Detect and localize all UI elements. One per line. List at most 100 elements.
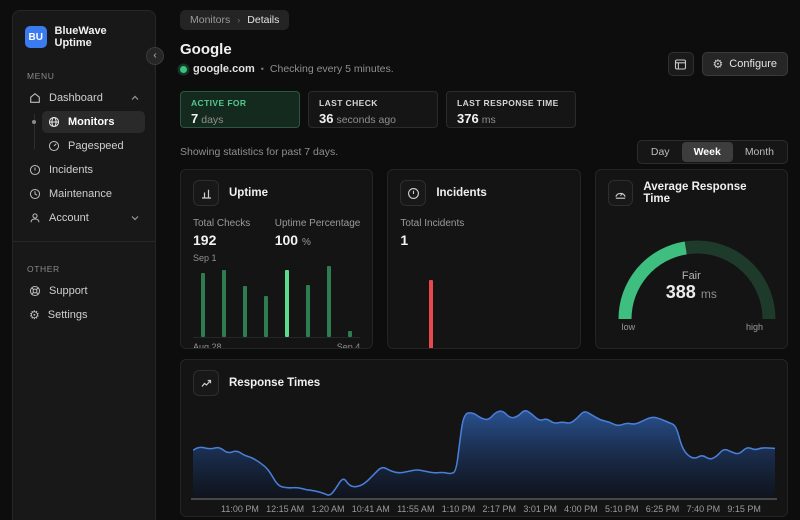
- x-axis-label: 3:01 PM: [523, 504, 557, 514]
- stat-value: 36: [319, 111, 333, 126]
- breadcrumb-separator-icon: ›: [237, 15, 240, 25]
- total-incidents-label: Total Incidents: [400, 218, 567, 229]
- home-icon: [29, 92, 41, 104]
- uptime-percentage-value: 100 %: [275, 232, 361, 248]
- range-toggle: Day Week Month: [637, 140, 788, 164]
- stat-value: 7: [191, 111, 198, 126]
- x-axis-label: 12:15 AM: [266, 504, 304, 514]
- uptime-axis-labels: Aug 28 Sep 4: [193, 342, 360, 349]
- sidebar-item-label: Pagespeed: [68, 140, 124, 152]
- statistics-note: Showing statistics for past 7 days.: [180, 146, 338, 158]
- gear-icon: ⚙: [29, 309, 40, 321]
- user-icon: [29, 212, 41, 224]
- incidents-card-header: Incidents: [400, 180, 567, 206]
- sidebar-item-account[interactable]: Account: [23, 207, 145, 229]
- response-area-chart: [193, 402, 775, 498]
- incidents-card-title: Incidents: [436, 187, 486, 199]
- stats-row: ACTIVE FOR 7days LAST CHECK 36seconds ag…: [180, 91, 788, 128]
- status-up-dot: [180, 66, 187, 73]
- breadcrumb-monitors[interactable]: Monitors: [190, 14, 230, 26]
- other-section-label: OTHER: [27, 264, 145, 274]
- x-axis-start-label: Aug 28: [193, 342, 222, 349]
- gauge-low-label: low: [622, 322, 636, 332]
- response-times-chart: 11:00 PM12:15 AM1:20 AM10:41 AM11:55 AM1…: [193, 402, 775, 514]
- uptime-card-title: Uptime: [229, 187, 268, 199]
- incidents-card: Incidents Total Incidents 1 Aug 28 Sep 4: [387, 169, 580, 349]
- brand-name: BlueWave Uptime: [55, 25, 145, 49]
- sidebar-item-maintenance[interactable]: Maintenance: [23, 183, 145, 205]
- life-ring-icon: [29, 285, 41, 297]
- uptime-percentage-label: Uptime Percentage: [275, 218, 361, 229]
- response-times-header: Response Times: [193, 370, 775, 396]
- x-axis-label: 2:17 PM: [483, 504, 517, 514]
- response-times-title: Response Times: [229, 377, 320, 389]
- sidebar-item-settings[interactable]: ⚙ Settings: [23, 304, 145, 326]
- x-axis-label: 4:00 PM: [564, 504, 598, 514]
- stat-last-response-time: LAST RESPONSE TIME 376ms: [446, 91, 576, 128]
- sidebar-item-label: Account: [49, 212, 89, 224]
- app-window: BU BlueWave Uptime MENU Dashboard Monito…: [0, 0, 800, 520]
- sidebar-divider: [13, 241, 155, 242]
- header-actions: ⚙ Configure: [668, 52, 788, 76]
- gauge-center-text: Fair 388 ms: [608, 270, 775, 303]
- brand: BU BlueWave Uptime: [23, 25, 145, 49]
- response-gauge: Fair 388 ms low high: [608, 230, 775, 334]
- percent-unit: %: [302, 237, 311, 248]
- uptime-card: Uptime Total Checks 192 Uptime Percentag…: [180, 169, 373, 349]
- sidebar-item-label: Support: [49, 285, 88, 297]
- range-option-month[interactable]: Month: [733, 142, 786, 162]
- range-option-day[interactable]: Day: [639, 142, 682, 162]
- stat-last-check: LAST CHECK 36seconds ago: [308, 91, 438, 128]
- trend-line-icon: [193, 370, 219, 396]
- uptime-bar: [264, 296, 268, 337]
- subtitle-bullet: •: [261, 64, 264, 74]
- sidebar-item-label: Monitors: [68, 116, 114, 128]
- sidebar-item-dashboard[interactable]: Dashboard: [23, 87, 145, 109]
- bar-chart-icon: [193, 180, 219, 206]
- summary-cards-row: Uptime Total Checks 192 Uptime Percentag…: [180, 169, 788, 349]
- sidebar-item-label: Maintenance: [49, 188, 112, 200]
- configure-button[interactable]: ⚙ Configure: [702, 52, 788, 76]
- uptime-bar: [327, 266, 331, 337]
- alert-circle-icon: [29, 164, 41, 176]
- alert-circle-icon: [400, 180, 426, 206]
- gear-icon: ⚙: [713, 57, 724, 71]
- uptime-bar-chart: [193, 266, 360, 338]
- monitor-url: google.com: [193, 63, 255, 75]
- gauge-value-text: 388 ms: [608, 282, 775, 303]
- x-axis-label: 10:41 AM: [352, 504, 390, 514]
- uptime-hover-date-label: Sep 1: [193, 253, 360, 263]
- status-page-button[interactable]: [668, 52, 694, 76]
- avg-response-card-title: Average Response Time: [643, 181, 775, 205]
- x-axis-label: 11:00 PM: [221, 504, 259, 514]
- stat-label: ACTIVE FOR: [191, 98, 289, 108]
- total-checks-value: 192: [193, 232, 250, 248]
- sidebar-item-pagespeed[interactable]: Pagespeed: [42, 135, 145, 157]
- uptime-bar: [222, 270, 226, 337]
- stat-label: LAST CHECK: [319, 98, 427, 108]
- stat-label: LAST RESPONSE TIME: [457, 98, 565, 108]
- total-incidents-value: 1: [400, 232, 567, 248]
- menu-section-label: MENU: [27, 71, 145, 81]
- sidebar-item-monitors[interactable]: Monitors: [42, 111, 145, 133]
- x-axis-label: 11:55 AM: [397, 504, 434, 514]
- uptime-bar: [306, 285, 310, 337]
- breadcrumb-details[interactable]: Details: [247, 14, 279, 26]
- incident-bar: [429, 280, 433, 349]
- total-checks-label: Total Checks: [193, 218, 250, 229]
- gauge-status: Fair: [608, 270, 775, 282]
- uptime-bar: [243, 286, 247, 337]
- sidebar-collapse-button[interactable]: ‹: [146, 47, 164, 65]
- incidents-bar-chart: [400, 280, 567, 349]
- range-option-week[interactable]: Week: [682, 142, 733, 162]
- sidebar-item-support[interactable]: Support: [23, 280, 145, 302]
- sidebar-item-incidents[interactable]: Incidents: [23, 159, 145, 181]
- sidebar-item-label: Incidents: [49, 164, 93, 176]
- active-item-dot: [32, 120, 36, 124]
- clock-icon: [29, 188, 41, 200]
- checking-interval-text: Checking every 5 minutes.: [270, 63, 394, 75]
- avg-response-card-header: Average Response Time: [608, 180, 775, 206]
- dashboard-subtree: Monitors Pagespeed: [32, 111, 145, 157]
- stat-unit: ms: [482, 114, 496, 126]
- stat-unit: seconds ago: [336, 114, 396, 126]
